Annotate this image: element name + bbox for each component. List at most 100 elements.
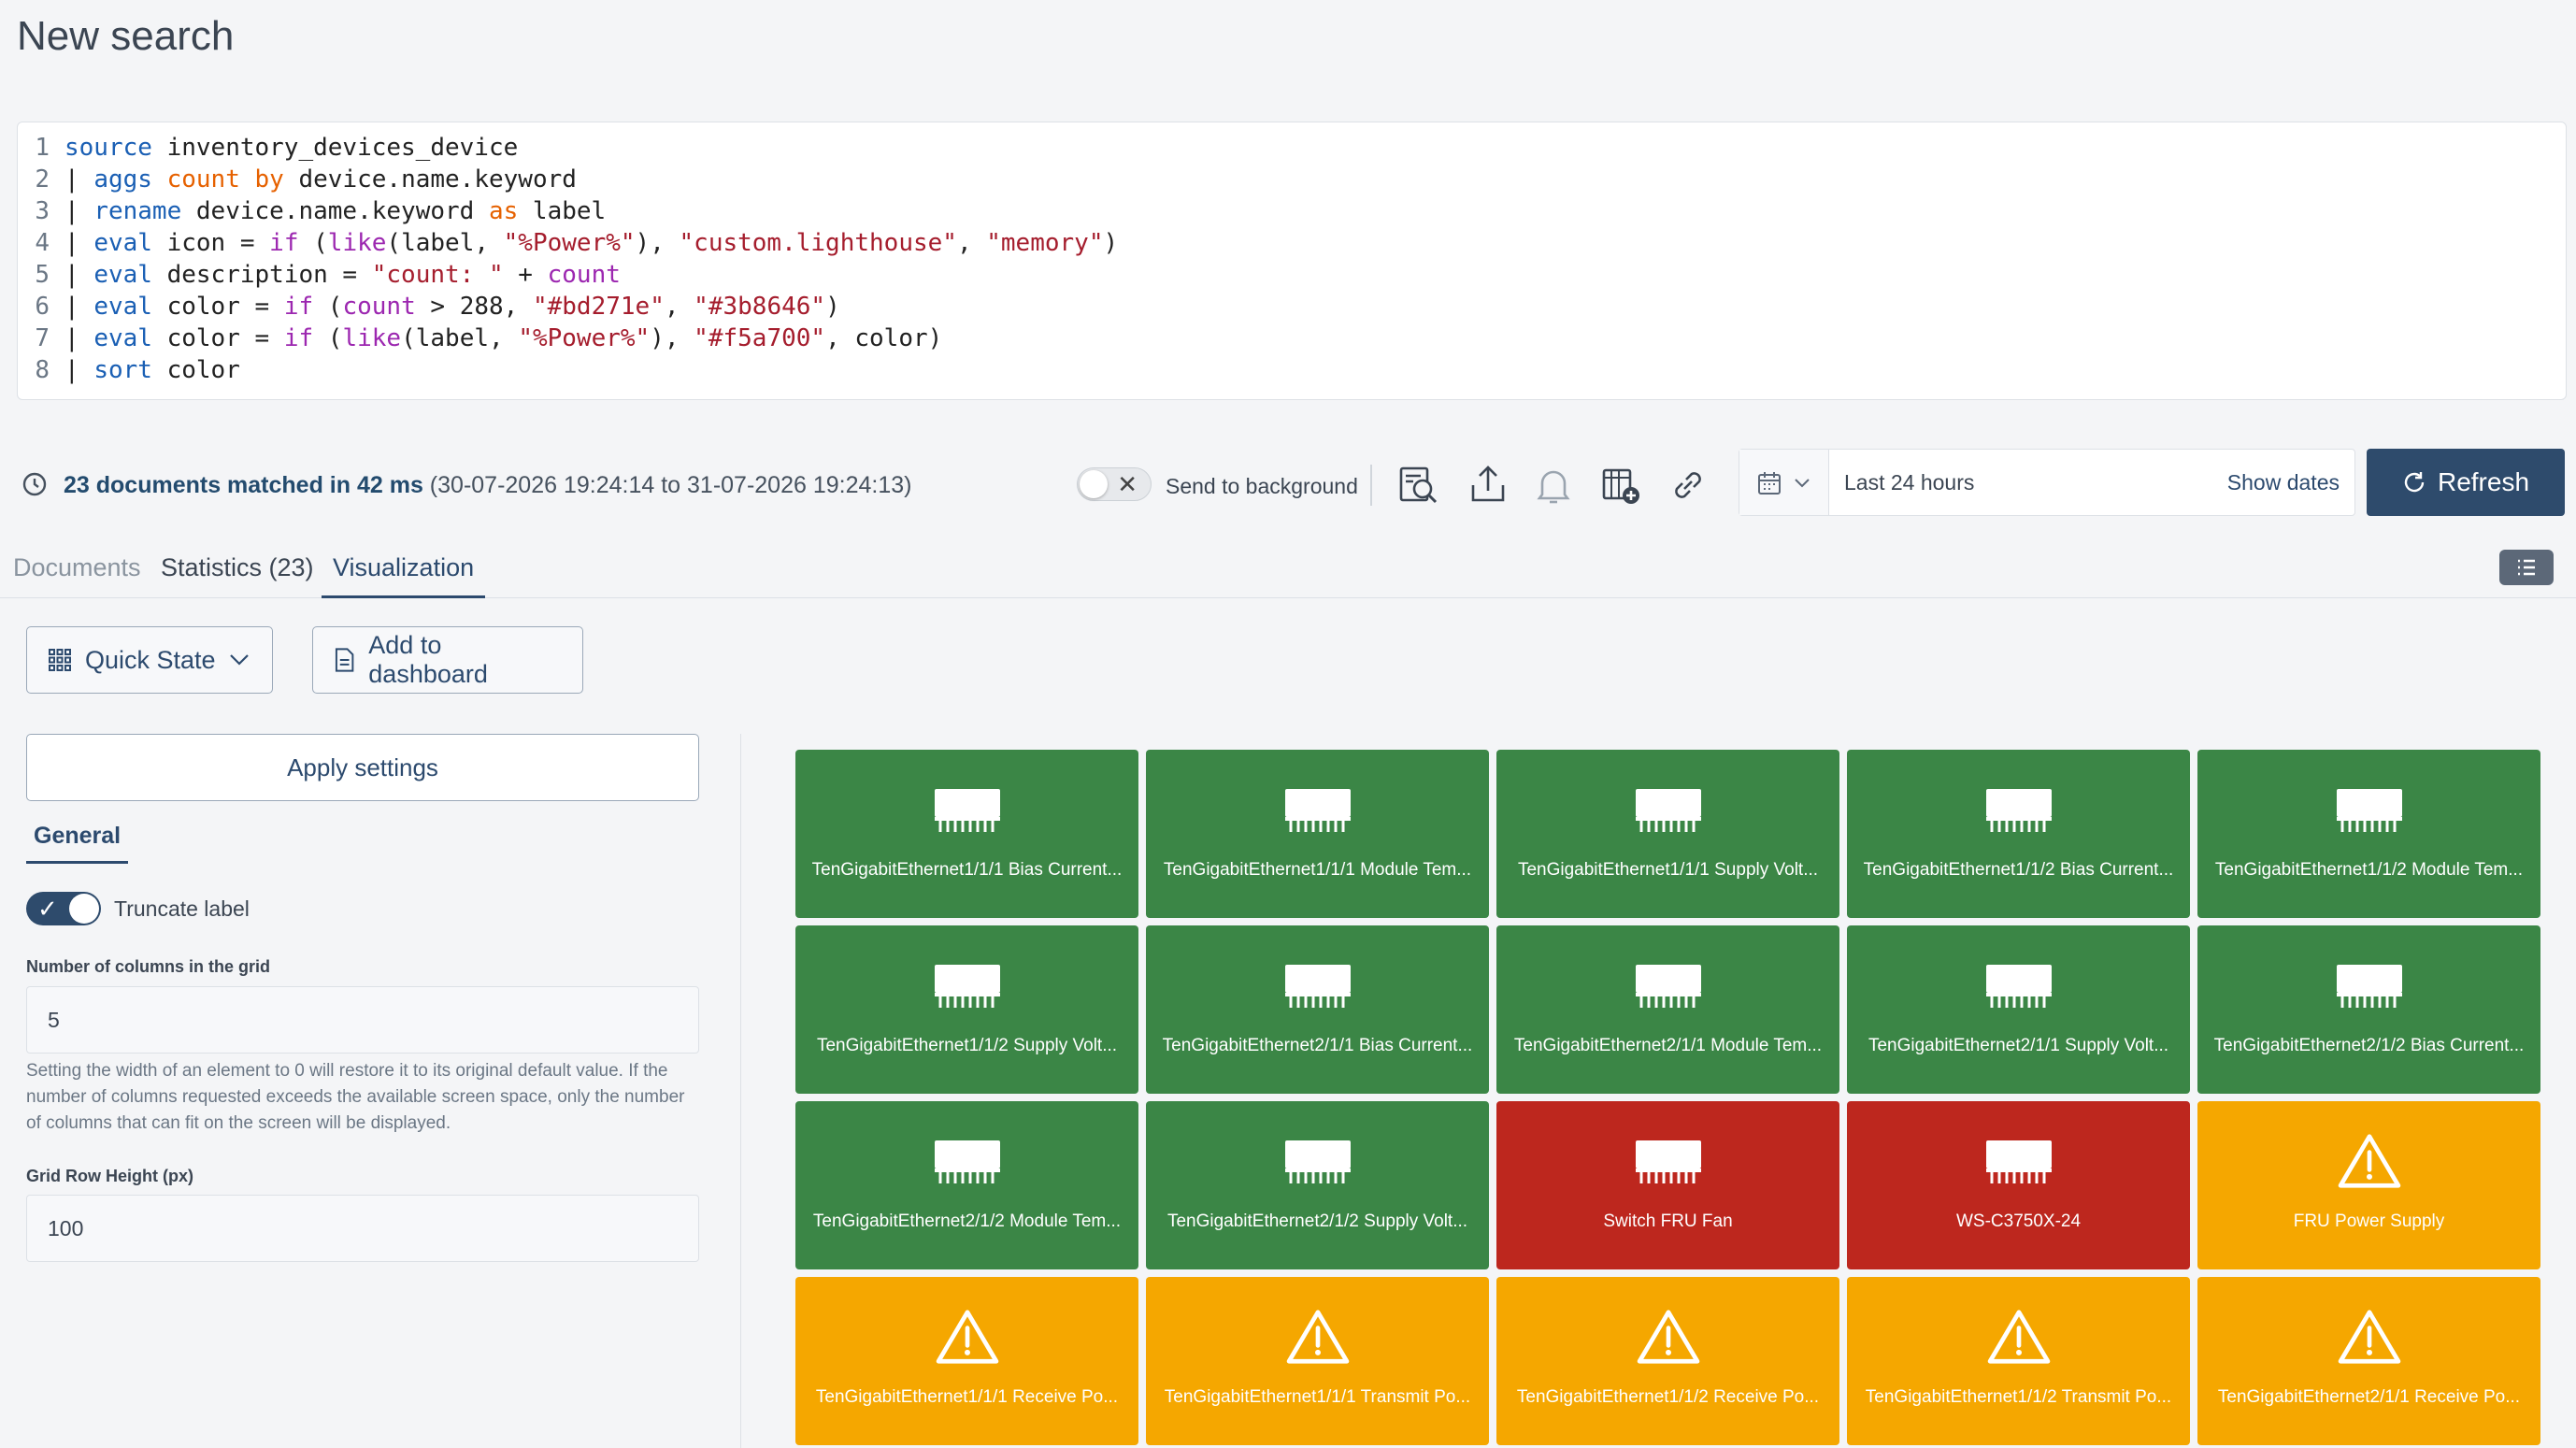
pipe: | [64, 324, 94, 352]
state-tile[interactable]: TenGigabitEthernet2/1/2 Bias Current... [2197, 925, 2540, 1094]
state-tile[interactable]: TenGigabitEthernet1/1/2 Transmit Po... [1847, 1277, 2190, 1445]
tile-label: TenGigabitEthernet2/1/1 Module Tem... [1513, 1036, 1823, 1055]
pipe: | [64, 293, 94, 321]
state-tile[interactable]: FRU Power Supply [2197, 1101, 2540, 1269]
code-text: color = [151, 293, 284, 321]
tab-documents[interactable]: Documents [13, 553, 141, 595]
state-tile[interactable]: TenGigabitEthernet2/1/1 Supply Volt... [1847, 925, 2190, 1094]
state-tile[interactable]: TenGigabitEthernet1/1/1 Receive Po... [795, 1277, 1138, 1445]
state-tile[interactable]: TenGigabitEthernet1/1/1 Supply Volt... [1496, 750, 1839, 918]
code-text: ( [298, 229, 328, 257]
refresh-button[interactable]: Refresh [2367, 449, 2565, 516]
state-tile[interactable]: TenGigabitEthernet1/1/2 Bias Current... [1847, 750, 2190, 918]
state-tile[interactable]: TenGigabitEthernet1/1/1 Bias Current... [795, 750, 1138, 918]
columns-label: Number of columns in the grid [26, 957, 271, 976]
line-number: 7 [35, 324, 50, 352]
tile-label: TenGigabitEthernet2/1/2 Bias Current... [2213, 1036, 2525, 1055]
tile-label: TenGigabitEthernet2/1/1 Receive Po... [2217, 1387, 2521, 1407]
tile-label: TenGigabitEthernet1/1/2 Bias Current... [1863, 860, 2174, 880]
string: "%Power%" [518, 324, 651, 352]
time-range-picker[interactable]: Last 24 hours Show dates [1739, 449, 2355, 516]
code-text: label [518, 197, 607, 225]
string: "#3b8646" [694, 293, 826, 321]
add-report-icon[interactable] [1598, 463, 1643, 508]
state-tile[interactable]: TenGigabitEthernet2/1/1 Receive Po... [2197, 1277, 2540, 1445]
string: "memory" [986, 229, 1104, 257]
keyword: aggs [93, 165, 152, 194]
state-tile[interactable]: TenGigabitEthernet1/1/1 Module Tem... [1146, 750, 1489, 918]
tile-label: TenGigabitEthernet2/1/2 Supply Volt... [1166, 1211, 1468, 1231]
code-text: + [503, 261, 548, 289]
state-tile[interactable]: TenGigabitEthernet2/1/1 Bias Current... [1146, 925, 1489, 1094]
truncate-label-toggle[interactable]: ✓ [26, 892, 101, 925]
state-tile[interactable]: TenGigabitEthernet2/1/2 Supply Volt... [1146, 1101, 1489, 1269]
tab-general[interactable]: General [26, 823, 129, 864]
memory-icon [1985, 1140, 2052, 1183]
calendar-dropdown[interactable] [1739, 450, 1829, 515]
code-text: (label, [401, 324, 519, 352]
keyword: eval [93, 229, 152, 257]
state-tile[interactable]: TenGigabitEthernet2/1/2 Module Tem... [795, 1101, 1138, 1269]
columns-input[interactable]: 5 [26, 986, 699, 1054]
clock-icon [22, 472, 47, 496]
tab-statistics[interactable]: Statistics (23) [161, 553, 314, 595]
link-icon[interactable] [1666, 463, 1710, 508]
match-count: 23 documents matched in 42 ms [64, 472, 423, 498]
pipe: | [64, 165, 94, 194]
code-line-2: 2 | aggs count by device.name.keyword [18, 164, 2566, 195]
send-background-label: Send to background [1166, 474, 1358, 498]
toggle-knob [1080, 470, 1108, 498]
search-document-icon[interactable] [1396, 463, 1441, 508]
line-number: 3 [35, 197, 50, 225]
state-tile[interactable]: TenGigabitEthernet1/1/2 Supply Volt... [795, 925, 1138, 1094]
memory-icon [1985, 789, 2052, 832]
line-number: 4 [35, 229, 50, 257]
query-editor[interactable]: 1 source inventory_devices_device 2 | ag… [17, 122, 2567, 400]
tile-label: TenGigabitEthernet1/1/1 Receive Po... [815, 1387, 1119, 1407]
code-line-1: 1 source inventory_devices_device [18, 132, 2566, 164]
code-text: ( [313, 293, 343, 321]
string: "count: " [371, 261, 504, 289]
add-to-dashboard-label: Add to dashboard [368, 631, 488, 688]
code-line-7: 7 | eval color = if (like(label, "%Power… [18, 323, 2566, 354]
function: like [342, 324, 402, 352]
code-text: (label, [386, 229, 504, 257]
code-line-4: 4 | eval icon = if (like(label, "%Power%… [18, 227, 2566, 259]
export-icon[interactable] [1466, 463, 1510, 508]
match-range: (30-07-2026 19:24:14 to 31-07-2026 19:24… [422, 472, 912, 498]
row-height-input[interactable]: 100 [26, 1195, 699, 1262]
memory-icon [1635, 789, 1701, 832]
line-number: 5 [35, 261, 50, 289]
code-text: color = [151, 324, 284, 352]
state-tile[interactable]: TenGigabitEthernet1/1/2 Module Tem... [2197, 750, 2540, 918]
state-tile[interactable]: WS-C3750X-24 [1847, 1101, 2190, 1269]
quick-state-grid: TenGigabitEthernet1/1/1 Bias Current... T… [795, 750, 2540, 1445]
function: like [327, 229, 387, 257]
tile-label: FRU Power Supply [2293, 1211, 2445, 1231]
tile-label: TenGigabitEthernet1/1/2 Module Tem... [2214, 860, 2524, 880]
refresh-label: Refresh [2437, 467, 2530, 496]
show-dates-link[interactable]: Show dates [2227, 470, 2340, 495]
state-tile[interactable]: TenGigabitEthernet1/1/2 Receive Po... [1496, 1277, 1839, 1445]
bell-icon[interactable] [1531, 463, 1576, 508]
add-to-dashboard-button[interactable]: Add to dashboard [312, 626, 583, 694]
state-tile[interactable]: TenGigabitEthernet2/1/1 Module Tem... [1496, 925, 1839, 1094]
list-view-button[interactable] [2499, 550, 2554, 585]
tile-label: TenGigabitEthernet1/1/1 Bias Current... [811, 860, 1123, 880]
string: "#bd271e" [532, 293, 665, 321]
tile-label: TenGigabitEthernet1/1/2 Transmit Po... [1865, 1387, 2172, 1407]
tab-visualization[interactable]: Visualization [322, 553, 486, 598]
quick-state-dropdown[interactable]: Quick State [26, 626, 273, 694]
keyword: rename [93, 197, 182, 225]
send-background-toggle[interactable]: ✕ [1077, 467, 1152, 501]
warning-icon [1286, 1310, 1349, 1364]
state-tile[interactable]: TenGigabitEthernet1/1/1 Transmit Po... [1146, 1277, 1489, 1445]
keyword: eval [93, 293, 152, 321]
time-range-label: Last 24 hours [1844, 470, 1975, 495]
apply-settings-button[interactable]: Apply settings [26, 734, 699, 801]
tile-label: TenGigabitEthernet1/1/2 Receive Po... [1516, 1387, 1820, 1407]
keyword: source [64, 134, 152, 162]
code-text: device.name.keyword [283, 165, 577, 194]
state-tile[interactable]: Switch FRU Fan [1496, 1101, 1839, 1269]
